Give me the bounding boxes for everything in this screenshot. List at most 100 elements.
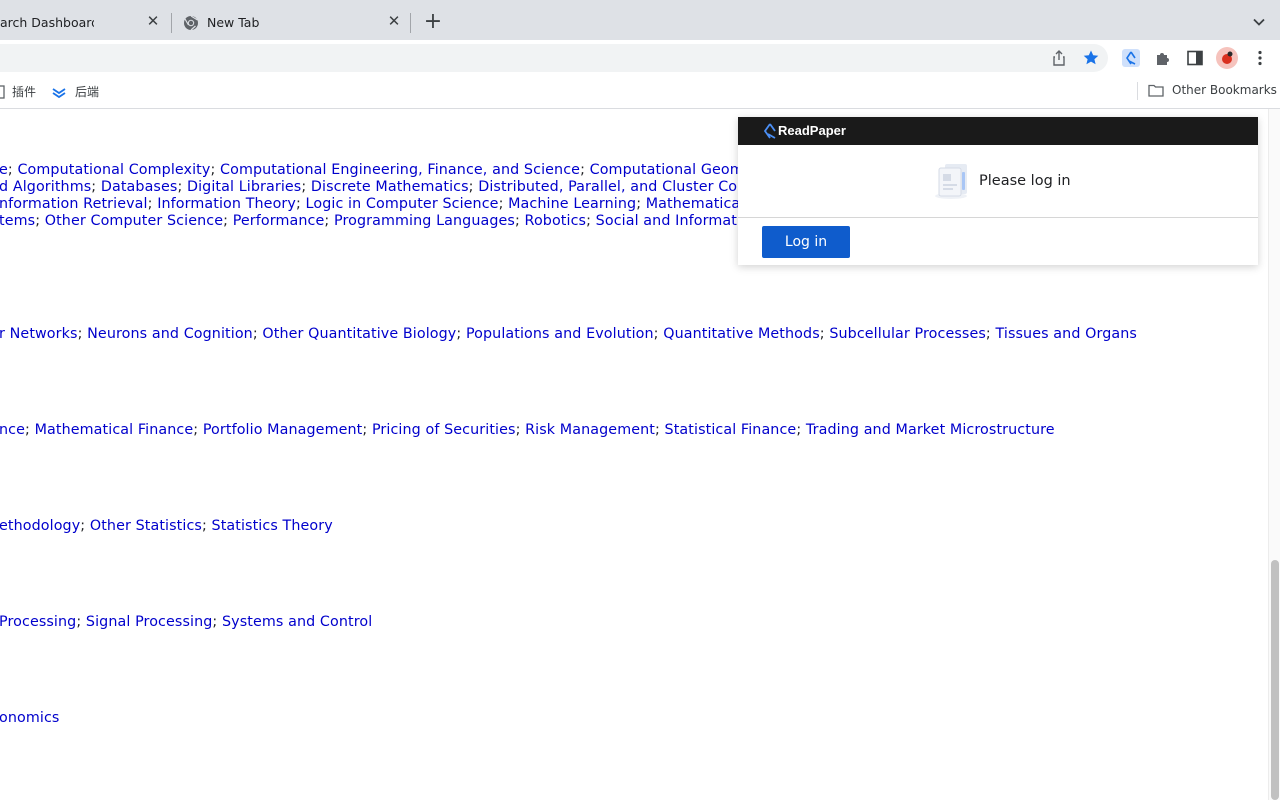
link-separator: ;	[498, 196, 509, 212]
category-link[interactable]: Discrete Mathematics	[311, 179, 469, 195]
tab-research-dashboard[interactable]: arch Dashboard | S ✕	[0, 6, 172, 40]
link-separator: ;	[201, 518, 212, 534]
tab-title: arch Dashboard | S	[0, 15, 94, 30]
link-separator: ;	[586, 213, 596, 229]
category-link[interactable]: Systems and Control	[222, 614, 372, 630]
category-link[interactable]: Machine Learning	[508, 196, 636, 212]
category-link[interactable]: Statistical Finance	[665, 422, 797, 438]
category-link[interactable]: Portfolio Management	[203, 422, 363, 438]
category-link[interactable]: Tissues and Organs	[995, 326, 1136, 342]
link-separator: ;	[25, 422, 35, 438]
link-separator: ;	[653, 326, 664, 342]
side-panel-icon[interactable]	[1186, 49, 1204, 67]
link-separator: ;	[80, 518, 90, 534]
link-separator: ;	[193, 422, 203, 438]
category-link[interactable]: Subcellular Processes	[829, 326, 986, 342]
category-line: nformation Retrieval; Information Theory…	[0, 196, 767, 212]
category-line: tems; Other Computer Science; Performanc…	[0, 213, 774, 229]
bookmark-label: 后端	[75, 85, 100, 99]
tab-new-tab[interactable]: New Tab ✕	[172, 6, 410, 40]
link-separator: ;	[819, 326, 830, 342]
bookmarks-divider	[1137, 82, 1138, 100]
category-link[interactable]: Digital Libraries	[187, 179, 301, 195]
bookmarks-bar: 插件 后端 Other Bookmarks	[0, 76, 1280, 109]
link-separator: ;	[654, 422, 665, 438]
category-link[interactable]: Quantitative Methods	[663, 326, 820, 342]
category-line: Processing; Signal Processing; Systems a…	[0, 614, 372, 630]
category-link[interactable]: e	[0, 162, 8, 178]
more-menu-icon[interactable]	[1251, 49, 1269, 67]
category-link[interactable]: Programming Languages	[334, 213, 515, 229]
readpaper-popup: ReadPaper Please log in Log in	[738, 117, 1258, 265]
category-link[interactable]: tems	[0, 213, 35, 229]
link-separator: ;	[301, 179, 311, 195]
category-link[interactable]: d Algorithms	[0, 179, 91, 195]
link-separator: ;	[515, 422, 526, 438]
category-link[interactable]: Information Theory	[157, 196, 296, 212]
grid-icon	[0, 84, 5, 99]
category-link[interactable]: Robotics	[525, 213, 587, 229]
category-line: nce; Mathematical Finance; Portfolio Man…	[0, 422, 1055, 438]
category-link[interactable]: nce	[0, 422, 25, 438]
bookmark-plugins[interactable]: 插件	[0, 83, 36, 100]
chevron-down-icon[interactable]	[1250, 13, 1268, 31]
vertical-scrollbar[interactable]	[1268, 109, 1280, 800]
share-icon[interactable]	[1050, 49, 1068, 67]
category-link[interactable]: Performance	[233, 213, 325, 229]
scrollbar-thumb[interactable]	[1271, 560, 1279, 800]
category-line: e; Computational Complexity; Computation…	[0, 162, 773, 178]
other-bookmarks-folder[interactable]: Other Bookmarks	[1148, 83, 1277, 97]
category-link[interactable]: Processing	[0, 614, 76, 630]
popup-brand: ReadPaper	[778, 123, 846, 138]
new-tab-button[interactable]: +	[422, 11, 444, 33]
category-link[interactable]: Computational Engineering, Finance, and …	[220, 162, 580, 178]
category-line: r Networks; Neurons and Cognition; Other…	[0, 326, 1137, 342]
bookmark-backend[interactable]: 后端	[51, 83, 99, 100]
category-link[interactable]: Distributed, Parallel, and Cluster Compu	[478, 179, 769, 195]
link-separator: ;	[580, 162, 590, 178]
category-link[interactable]: Computational Complexity	[17, 162, 210, 178]
category-link[interactable]: Pricing of Securities	[372, 422, 516, 438]
readpaper-extension-icon[interactable]	[1122, 49, 1140, 67]
category-link[interactable]: Other Computer Science	[45, 213, 223, 229]
profile-avatar-icon[interactable]	[1216, 47, 1238, 69]
login-prompt: Please log in	[979, 173, 1071, 189]
category-link[interactable]: Trading and Market Microstructure	[806, 422, 1055, 438]
tab-title: New Tab	[207, 15, 260, 30]
link-separator: ;	[177, 179, 187, 195]
category-line: ethodology; Other Statistics; Statistics…	[0, 518, 333, 534]
category-line: onomics	[0, 710, 59, 726]
category-link[interactable]: Populations and Evolution	[466, 326, 654, 342]
close-tab-icon[interactable]: ✕	[386, 13, 402, 29]
link-separator: ;	[252, 326, 263, 342]
tab-strip: arch Dashboard | S ✕ New Tab ✕ +	[0, 0, 1280, 40]
address-bar[interactable]	[0, 44, 1108, 72]
category-link[interactable]: onomics	[0, 710, 59, 726]
link-separator: ;	[324, 213, 334, 229]
category-link[interactable]: Logic in Computer Science	[306, 196, 499, 212]
category-link[interactable]: Risk Management	[525, 422, 655, 438]
category-link[interactable]: r Networks	[0, 326, 78, 342]
folder-icon	[1148, 84, 1164, 97]
link-separator: ;	[147, 196, 158, 212]
popup-header: ReadPaper	[738, 117, 1258, 145]
login-button[interactable]: Log in	[762, 226, 850, 258]
extensions-puzzle-icon[interactable]	[1154, 49, 1172, 67]
category-link[interactable]: Neurons and Cognition	[87, 326, 253, 342]
close-tab-icon[interactable]: ✕	[145, 13, 161, 29]
category-link[interactable]: Statistics Theory	[212, 518, 333, 534]
link-separator: ;	[76, 614, 86, 630]
link-separator: ;	[468, 179, 479, 195]
category-link[interactable]: Databases	[101, 179, 178, 195]
link-separator: ;	[796, 422, 806, 438]
document-illustration-icon	[935, 164, 967, 199]
category-link[interactable]: Other Statistics	[90, 518, 202, 534]
category-line: d Algorithms; Databases; Digital Librari…	[0, 179, 770, 195]
category-link[interactable]: Signal Processing	[86, 614, 213, 630]
category-link[interactable]: nformation Retrieval	[0, 196, 148, 212]
readpaper-logo-icon	[763, 123, 776, 139]
category-link[interactable]: Mathematical Finance	[35, 422, 194, 438]
category-link[interactable]: Other Quantitative Biology	[262, 326, 456, 342]
category-link[interactable]: ethodology	[0, 518, 80, 534]
bookmark-star-icon[interactable]	[1082, 49, 1100, 67]
